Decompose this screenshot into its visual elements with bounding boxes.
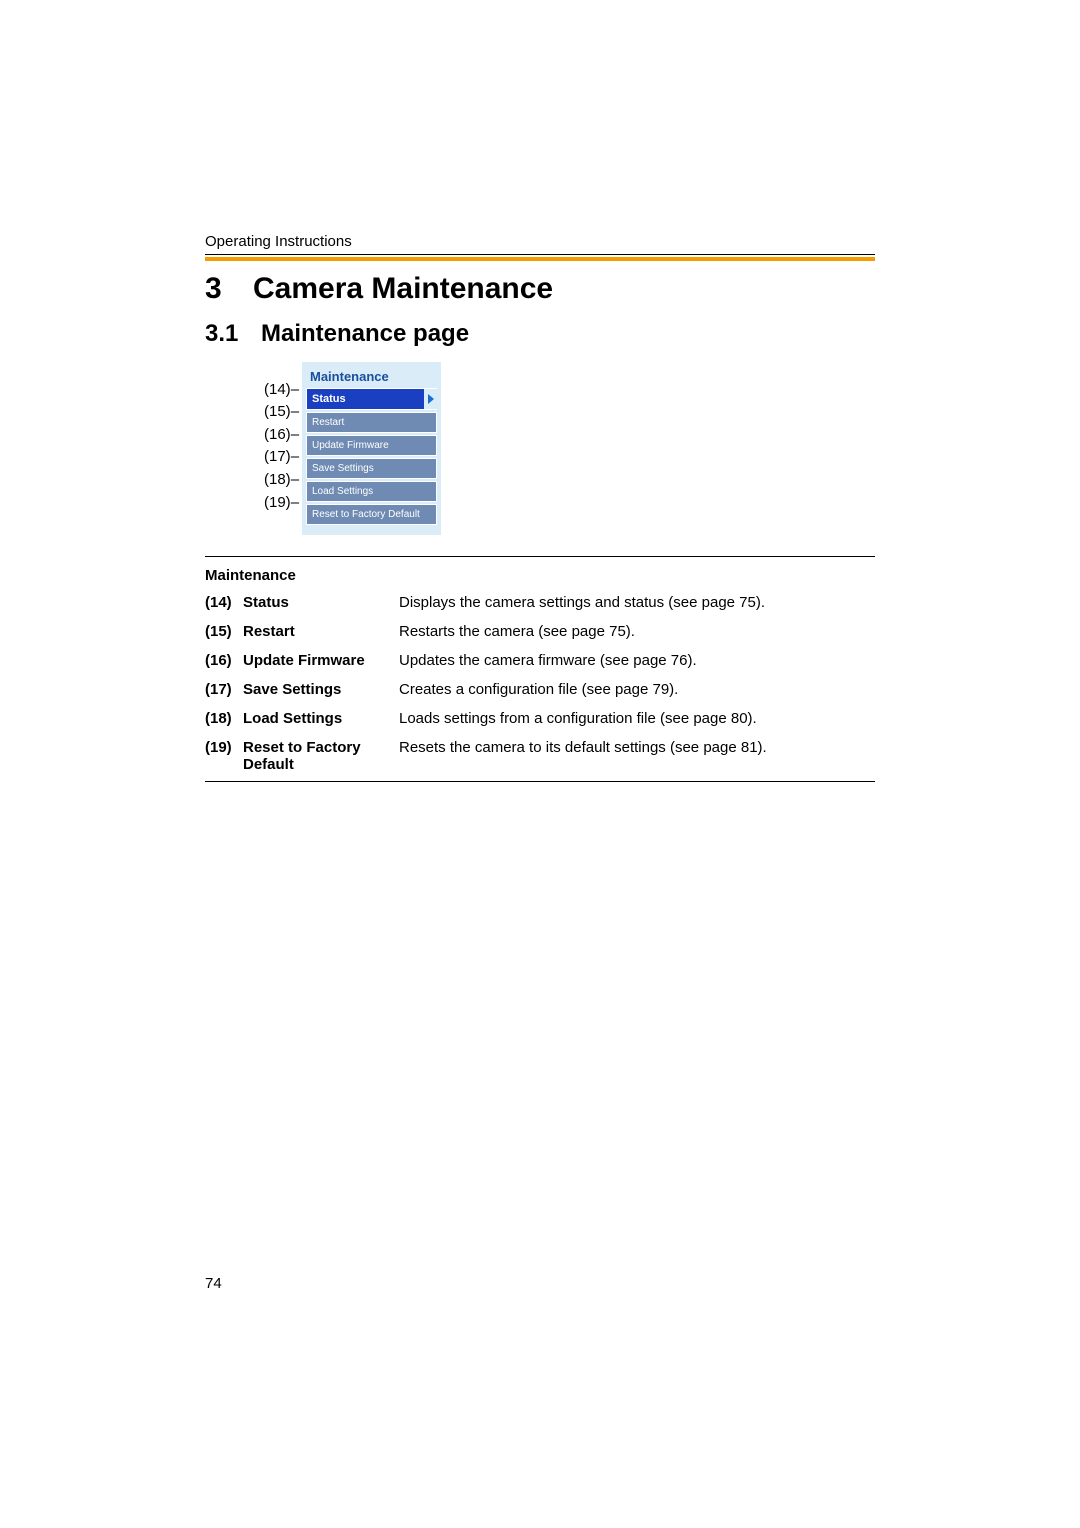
- table-title: Maintenance: [205, 567, 875, 584]
- header-divider: [205, 254, 875, 255]
- menu-item-restart[interactable]: Restart: [306, 412, 437, 433]
- table-row: (15) Restart Restarts the camera (see pa…: [205, 623, 875, 640]
- row-label: Save Settings: [243, 681, 399, 698]
- row-num: (18): [205, 710, 243, 727]
- table-row: (14) Status Displays the camera settings…: [205, 594, 875, 611]
- section-number: 3.1: [205, 320, 261, 348]
- header-accent: [205, 257, 875, 261]
- row-desc: Resets the camera to its default setting…: [399, 739, 875, 756]
- row-label: Update Firmware: [243, 652, 399, 669]
- callout-17: (17)–: [264, 448, 299, 465]
- row-desc: Loads settings from a configuration file…: [399, 710, 875, 727]
- maintenance-description-table: Maintenance (14) Status Displays the cam…: [205, 556, 875, 782]
- menu-item-reset-factory-default[interactable]: Reset to Factory Default: [306, 504, 437, 525]
- menu-item-label: Update Firmware: [312, 440, 389, 451]
- running-header: Operating Instructions: [205, 233, 352, 250]
- table-bottom-rule: [205, 781, 875, 782]
- callout-14: (14)–: [264, 381, 299, 398]
- table-top-rule: [205, 556, 875, 557]
- page-number: 74: [205, 1275, 222, 1292]
- menu-item-label: Restart: [312, 417, 344, 428]
- row-desc: Displays the camera settings and status …: [399, 594, 875, 611]
- chapter-title: Camera Maintenance: [253, 272, 553, 305]
- row-label: Restart: [243, 623, 399, 640]
- row-num: (17): [205, 681, 243, 698]
- menu-item-label: Load Settings: [312, 486, 373, 497]
- menu-title: Maintenance: [306, 367, 437, 388]
- table-row: (16) Update Firmware Updates the camera …: [205, 652, 875, 669]
- row-label: Reset to Factory Default: [243, 739, 399, 773]
- menu-item-label: Reset to Factory Default: [312, 509, 420, 520]
- section-heading: 3.1Maintenance page: [205, 320, 469, 348]
- table-row: (19) Reset to Factory Default Resets the…: [205, 739, 875, 773]
- menu-item-update-firmware[interactable]: Update Firmware: [306, 435, 437, 456]
- arrow-right-icon: [424, 389, 438, 409]
- row-num: (19): [205, 739, 243, 756]
- table-row: (18) Load Settings Loads settings from a…: [205, 710, 875, 727]
- menu-item-label: Save Settings: [312, 463, 374, 474]
- row-desc: Creates a configuration file (see page 7…: [399, 681, 875, 698]
- menu-item-status[interactable]: Status: [306, 388, 437, 410]
- row-num: (16): [205, 652, 243, 669]
- row-label: Status: [243, 594, 399, 611]
- row-num: (15): [205, 623, 243, 640]
- row-desc: Restarts the camera (see page 75).: [399, 623, 875, 640]
- callout-19: (19)–: [264, 494, 299, 511]
- table-row: (17) Save Settings Creates a configurati…: [205, 681, 875, 698]
- callout-18: (18)–: [264, 471, 299, 488]
- callout-15: (15)–: [264, 403, 299, 420]
- row-label: Load Settings: [243, 710, 399, 727]
- menu-item-save-settings[interactable]: Save Settings: [306, 458, 437, 479]
- chapter-heading: 3Camera Maintenance: [205, 272, 553, 306]
- section-title: Maintenance page: [261, 320, 469, 347]
- row-num: (14): [205, 594, 243, 611]
- menu-item-label: Status: [312, 393, 346, 405]
- menu-item-load-settings[interactable]: Load Settings: [306, 481, 437, 502]
- row-desc: Updates the camera firmware (see page 76…: [399, 652, 875, 669]
- callout-16: (16)–: [264, 426, 299, 443]
- chapter-number: 3: [205, 272, 253, 306]
- maintenance-menu-panel: Maintenance Status Restart Update Firmwa…: [302, 362, 441, 535]
